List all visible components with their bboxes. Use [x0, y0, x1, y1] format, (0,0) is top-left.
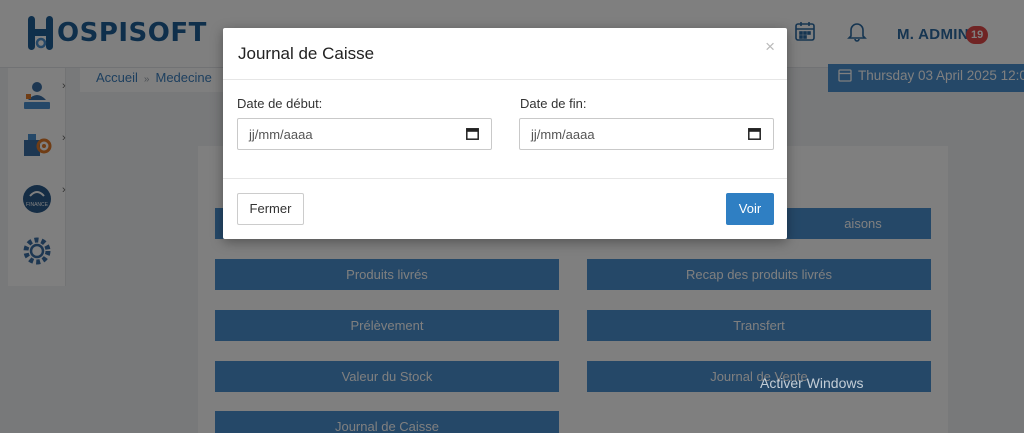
voir-button[interactable]: Voir [726, 193, 774, 225]
end-date-label: Date de fin: [520, 96, 587, 111]
journal-caisse-modal: Journal de Caisse × Date de début: jj/mm… [223, 28, 787, 239]
fermer-button[interactable]: Fermer [237, 193, 304, 225]
modal-title: Journal de Caisse [238, 44, 375, 63]
close-icon[interactable]: × [765, 37, 775, 57]
modal-body: Date de début: jj/mm/aaaa Date de fin: j… [223, 80, 787, 179]
start-date-input[interactable]: jj/mm/aaaa [237, 118, 492, 150]
end-date-input[interactable]: jj/mm/aaaa [519, 118, 774, 150]
windows-activation-watermark: Activer Windows [760, 375, 864, 391]
start-date-placeholder: jj/mm/aaaa [249, 127, 313, 142]
calendar-picker-icon[interactable] [466, 127, 479, 140]
modal-header: Journal de Caisse × [223, 28, 787, 80]
calendar-picker-icon[interactable] [748, 127, 761, 140]
start-date-label: Date de début: [237, 96, 323, 111]
end-date-placeholder: jj/mm/aaaa [531, 127, 595, 142]
